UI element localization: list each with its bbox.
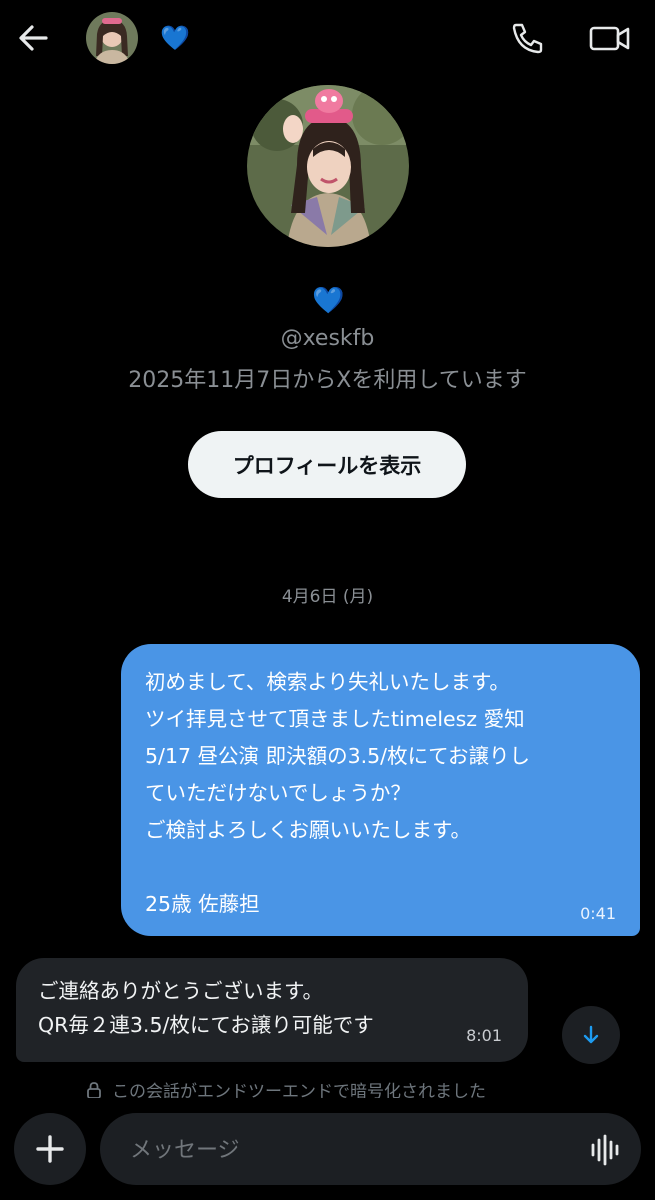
lock-icon xyxy=(87,1082,101,1098)
message-line xyxy=(145,849,616,886)
outgoing-message[interactable]: 初めまして、検索より失礼いたします。 ツイ拝見させて頂きましたtimelesz … xyxy=(121,644,640,936)
profile-handle: @xeskfb xyxy=(280,326,375,351)
call-button[interactable] xyxy=(508,20,548,56)
avatar-photo xyxy=(86,12,138,64)
plus-icon xyxy=(36,1135,64,1163)
contact-name[interactable]: 💙 xyxy=(160,24,190,52)
encryption-notice-text: この会話がエンドツーエンドで暗号化されました xyxy=(112,1082,486,1098)
add-attachment-button[interactable] xyxy=(14,1113,86,1185)
voice-waveform-icon[interactable] xyxy=(589,1133,623,1167)
profile-photo xyxy=(247,85,409,247)
incoming-message[interactable]: ご連絡ありがとうございます。 QR毎２連3.5/枚にてお譲り可能です 8:01 xyxy=(16,958,528,1062)
date-divider: 4月6日 (月) xyxy=(281,587,374,607)
encryption-notice: この会話がエンドツーエンドで暗号化されました xyxy=(86,1080,606,1098)
back-button[interactable] xyxy=(14,20,54,56)
message-line: ご連絡ありがとうございます。 xyxy=(38,979,323,1003)
message-composer[interactable] xyxy=(100,1113,641,1187)
message-timestamp: 0:41 xyxy=(580,904,616,923)
arrow-left-icon xyxy=(19,25,48,51)
phone-icon xyxy=(512,23,543,54)
profile-name: 💙 xyxy=(312,286,345,316)
joined-date: 2025年11月7日からXを利用しています xyxy=(128,368,527,393)
arrow-down-icon xyxy=(583,1025,599,1044)
video-camera-icon xyxy=(589,26,630,51)
message-line: 5/17 昼公演 即決額の3.5/枚にてお譲りし xyxy=(145,744,530,768)
view-profile-button[interactable]: プロフィールを表示 xyxy=(188,431,466,498)
contact-avatar[interactable] xyxy=(86,12,138,64)
message-line: 初めまして、検索より失礼いたします。 xyxy=(145,670,510,694)
message-input[interactable] xyxy=(128,1113,562,1187)
video-call-button[interactable] xyxy=(588,20,632,56)
scroll-to-bottom-button[interactable] xyxy=(562,1006,620,1064)
message-line: ていただけないでしょうか？ xyxy=(145,781,411,805)
message-line: 25歳 佐藤担 xyxy=(145,892,260,916)
message-line: QR毎２連3.5/枚にてお譲り可能です xyxy=(38,1013,374,1037)
message-line: ご検討よろしくお願いいたします。 xyxy=(145,818,471,842)
message-timestamp: 8:01 xyxy=(466,1026,502,1045)
message-line: ツイ拝見させて頂きましたtimelesz 愛知 xyxy=(145,707,525,731)
profile-avatar[interactable] xyxy=(247,85,409,247)
